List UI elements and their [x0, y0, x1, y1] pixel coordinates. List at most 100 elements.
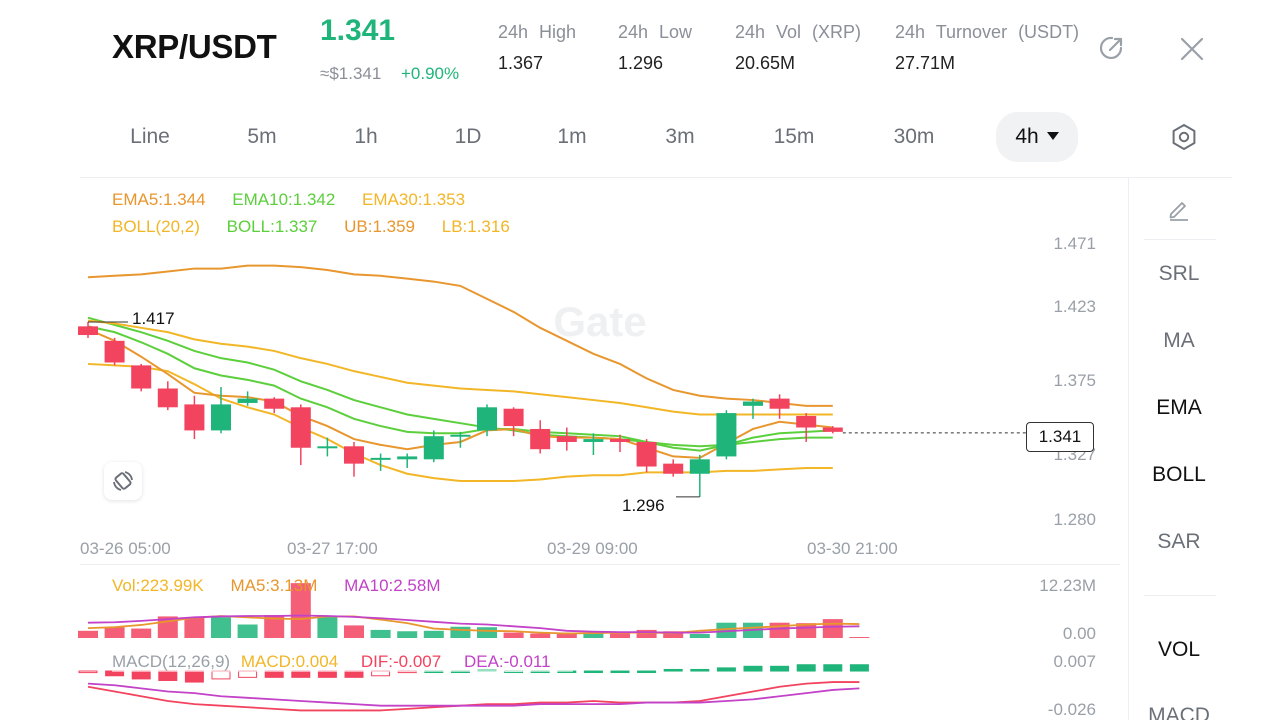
candle-body	[530, 428, 551, 450]
boll-upper-line	[87, 264, 833, 407]
side-macd[interactable]: MACD	[1130, 704, 1228, 720]
volume-bar	[370, 629, 391, 638]
rotate-icon[interactable]	[104, 462, 142, 500]
side-srl[interactable]: SRL	[1130, 262, 1228, 286]
volume-bar	[636, 629, 657, 638]
volume-bar	[344, 625, 364, 638]
candle-body	[131, 365, 152, 389]
candle-body	[689, 459, 710, 474]
volume-bar	[211, 617, 231, 638]
volume-legend: Vol:223.99K MA5:3.13M MA10:2.58M	[112, 576, 463, 596]
volume-bar	[397, 631, 418, 638]
side-boll[interactable]: BOLL	[1130, 463, 1228, 487]
low-annotation: 1.296	[622, 496, 665, 515]
vol-y-bottom: 0.00	[1062, 624, 1096, 643]
high-annotation: 1.417	[132, 309, 175, 328]
boll-legend: BOLL(20,2) BOLL:1.337 UB:1.359 LB:1.316	[112, 217, 532, 237]
macd-bar	[583, 670, 603, 674]
macd-bar	[211, 670, 231, 680]
volume-bar	[131, 628, 152, 638]
macd-bar	[743, 665, 763, 672]
candle-body	[663, 463, 684, 474]
macd-bar	[796, 664, 816, 672]
x-tick: 03-30 21:00	[807, 539, 898, 558]
boll-lb-label: LB:1.316	[441, 217, 510, 236]
candle-body	[317, 446, 338, 449]
divider	[1144, 239, 1216, 240]
watermark-logo: Gate	[553, 298, 646, 345]
side-ema[interactable]: EMA	[1130, 396, 1228, 420]
macd-bar	[716, 667, 736, 672]
macd-params: MACD(12,26,9)	[112, 652, 231, 671]
ema-legend: EMA5:1.344 EMA10:1.342 EMA30:1.353	[112, 190, 487, 210]
vol-ma5-label: MA5:3.13M	[230, 576, 318, 595]
candle-body	[78, 326, 98, 336]
candle-body	[716, 413, 737, 457]
volume-bar	[104, 627, 125, 638]
macd-y-top: 0.007	[1053, 652, 1096, 671]
volume-bar	[530, 633, 551, 638]
macd-bar	[184, 670, 204, 683]
volume-bar	[317, 616, 338, 638]
ema5-label: EMA5:1.344	[112, 190, 206, 209]
macd-bar	[663, 668, 683, 672]
vol-y-top: 12.23M	[1039, 576, 1096, 595]
candle-body	[237, 398, 258, 403]
macd-value: MACD:0.004	[240, 652, 339, 671]
macd-bar	[849, 664, 869, 672]
macd-bar	[131, 670, 151, 680]
ema30-line	[87, 319, 833, 416]
candle-body	[370, 457, 391, 460]
volume-bar	[477, 627, 497, 638]
side-vol[interactable]: VOL	[1130, 638, 1228, 662]
dea-value: DEA:-0.011	[463, 652, 551, 671]
divider	[1144, 595, 1216, 596]
candle-body	[397, 456, 418, 460]
macd-bar	[770, 665, 790, 672]
candle-body	[264, 398, 285, 409]
macd-bar	[690, 668, 710, 672]
dea-line	[87, 682, 860, 707]
boll-label: BOLL(20,2)	[112, 217, 200, 236]
macd-bar	[610, 670, 630, 674]
ema10-label: EMA10:1.342	[232, 190, 336, 209]
y-tick: 1.280	[1053, 510, 1096, 529]
volume-bar	[78, 630, 98, 638]
boll-mid-label: BOLL:1.337	[226, 217, 318, 236]
side-ma[interactable]: MA	[1130, 329, 1228, 353]
macd-bar	[158, 670, 178, 681]
candle-body	[290, 407, 311, 448]
candle-body	[796, 415, 817, 428]
ema30-label: EMA30:1.353	[362, 190, 466, 209]
volume-bar	[237, 624, 258, 638]
macd-legend: MACD(12,26,9) MACD:0.004 DIF:-0.007 DEA:…	[112, 652, 573, 672]
candle-body	[556, 436, 577, 442]
candle-body	[157, 388, 178, 408]
candle-body	[211, 404, 231, 431]
dif-value: DIF:-0.007	[360, 652, 442, 671]
candle-body	[636, 441, 657, 467]
candle-body	[344, 446, 364, 464]
macd-bar	[823, 664, 843, 672]
candle-body	[184, 404, 205, 431]
candle-body	[503, 408, 524, 427]
candle-body	[769, 398, 790, 409]
x-tick: 03-26 05:00	[80, 539, 171, 558]
y-tick: 1.471	[1053, 234, 1096, 253]
macd-y-bottom: -0.026	[1047, 700, 1096, 719]
candle-body	[423, 436, 444, 460]
vol-label: Vol:223.99K	[112, 576, 204, 595]
price-chart[interactable]: Gate	[0, 0, 1280, 720]
volume-bar	[849, 637, 870, 639]
macd-bar	[78, 670, 98, 674]
volume-bar	[503, 632, 524, 638]
macd-bar	[637, 670, 657, 674]
candle-body	[450, 434, 471, 437]
volume-bar	[184, 617, 205, 638]
candle-body	[822, 427, 843, 432]
volume-bar	[689, 633, 710, 638]
side-sar[interactable]: SAR	[1130, 530, 1228, 554]
candle-body	[743, 401, 763, 406]
pencil-icon[interactable]	[1164, 194, 1194, 224]
candle-body	[610, 439, 630, 442]
